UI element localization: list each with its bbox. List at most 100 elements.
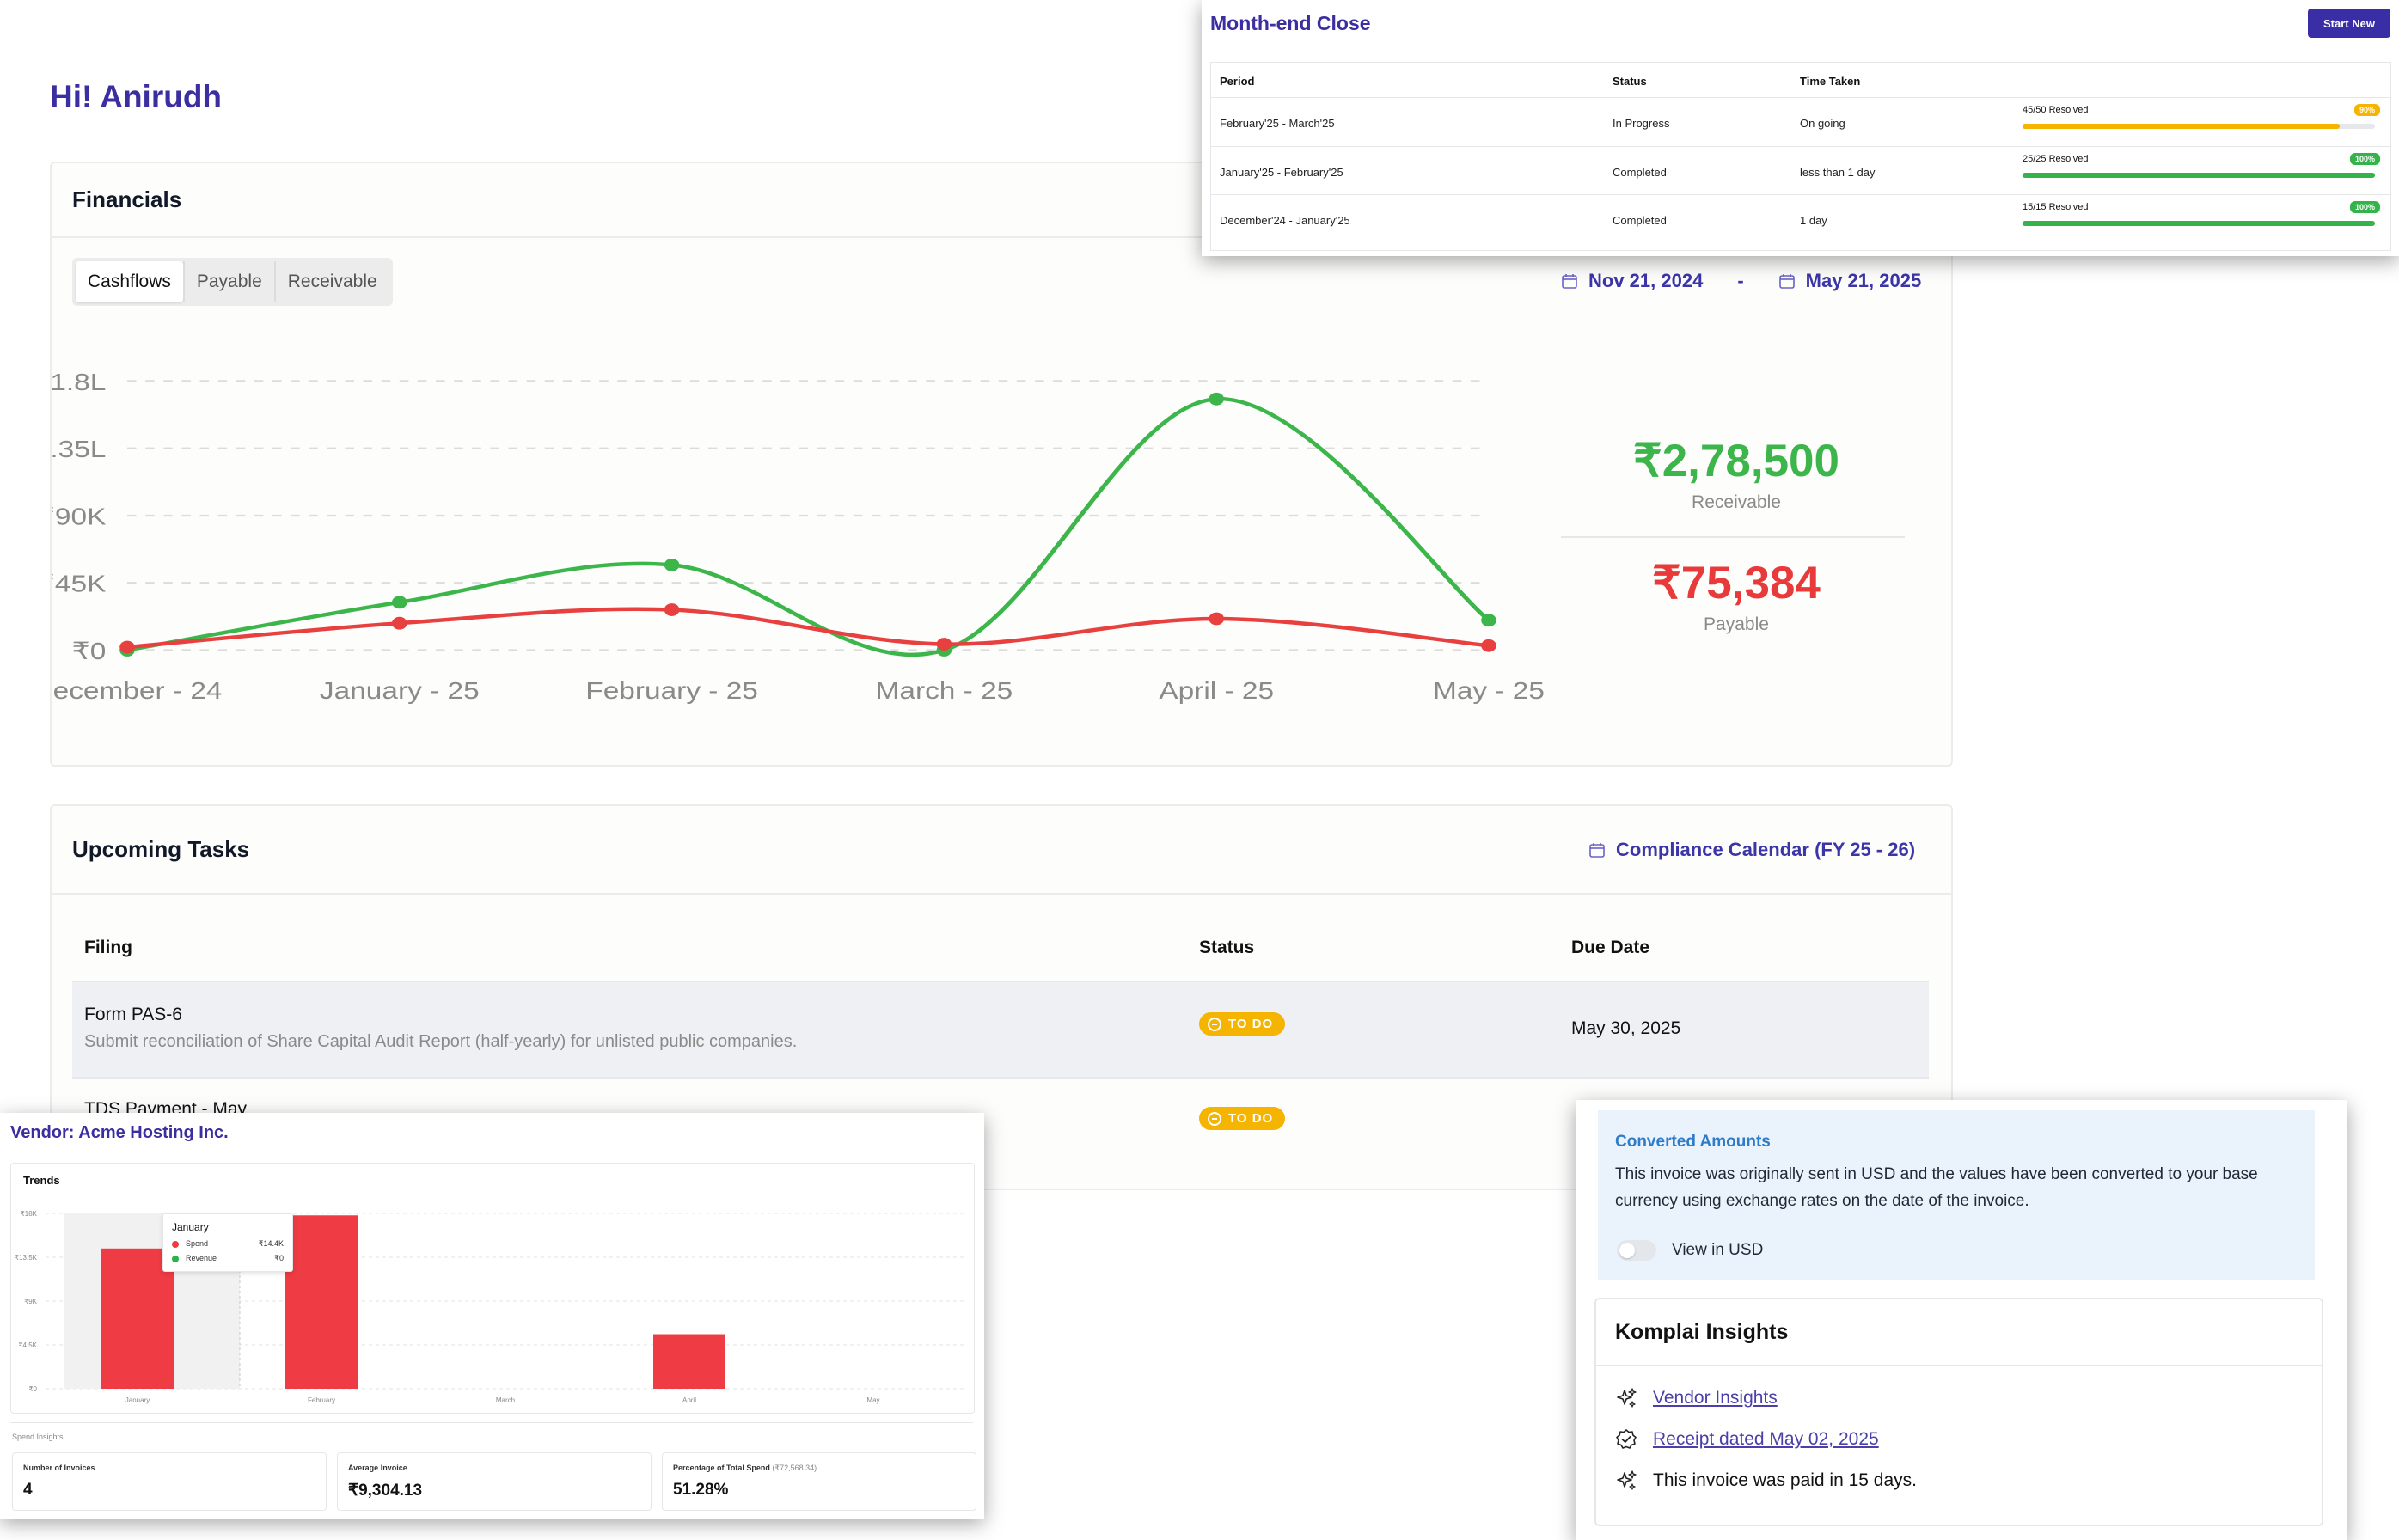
- time-taken-cell: On going: [1800, 117, 1845, 130]
- tooltip-revenue-value: ₹0: [274, 1254, 284, 1262]
- spend-dot: [172, 1241, 179, 1248]
- date-from[interactable]: Nov 21, 2024: [1588, 270, 1703, 292]
- converted-title: Converted Amounts: [1615, 1133, 1771, 1151]
- usd-toggle[interactable]: [1617, 1240, 1656, 1261]
- status-cell: Completed: [1613, 166, 1667, 179]
- receivable-label: Receivable: [1692, 492, 1781, 512]
- stat-value: ₹9,304.13: [348, 1482, 423, 1500]
- vendor-panel: Vendor: Acme Hosting Inc. Trends ₹0 ₹4.5K…: [0, 1113, 984, 1519]
- percent-badge: 100%: [2349, 201, 2380, 213]
- komplai-insights-box: Komplai Insights Vendor Insights Receipt…: [1594, 1298, 2323, 1526]
- task-due-date: May 30, 2025: [1571, 1018, 1681, 1038]
- month-end-row[interactable]: February'25 - March'25 In Progress On goin…: [1211, 97, 2390, 147]
- date-to[interactable]: May 21, 2025: [1806, 270, 1922, 292]
- spend-bar[interactable]: [285, 1215, 358, 1389]
- stat-label: Percentage of Total Spend (₹72,568.34): [673, 1464, 817, 1472]
- tooltip-spend-value: ₹14.4K: [258, 1239, 284, 1248]
- greeting-title: Hi! Anirudh: [50, 79, 223, 114]
- y-tick-label: ₹18K: [21, 1210, 38, 1218]
- col-filing: Filing: [84, 938, 132, 957]
- financial-tabs: Cashflows Payable Receivable: [72, 258, 393, 306]
- data-point[interactable]: [392, 616, 407, 630]
- x-tick-label: January - 25: [320, 676, 480, 704]
- receivable-amount: ₹2,78,500: [1632, 436, 1840, 486]
- y-tick-label: ₹4.5K: [18, 1341, 37, 1349]
- month-end-row[interactable]: December'24 - January'25 Completed 1 day 15…: [1211, 194, 2390, 244]
- data-point[interactable]: [1209, 612, 1224, 626]
- percent-badge: 90%: [2353, 104, 2380, 116]
- resolved-label: 25/25 Resolved: [2023, 154, 2089, 164]
- insight-item: Vendor Insights: [1615, 1387, 1778, 1409]
- insights-title: Komplai Insights: [1615, 1320, 1789, 1344]
- paid-days-text: This invoice was paid in 15 days.: [1653, 1470, 1917, 1490]
- y-tick-label: ₹0: [72, 637, 107, 664]
- data-point[interactable]: [664, 558, 680, 571]
- divider: [10, 1422, 973, 1423]
- date-separator: -: [1737, 270, 1744, 291]
- toggle-label: View in USD: [1672, 1241, 1764, 1259]
- status-cell: Completed: [1613, 214, 1667, 227]
- stat-value: 4: [23, 1481, 33, 1499]
- progress-fill: [2023, 221, 2375, 226]
- sparkles-icon: [1615, 1387, 1637, 1409]
- x-tick-label: April - 25: [1159, 676, 1274, 704]
- vendor-insights-link[interactable]: Vendor Insights: [1653, 1388, 1778, 1409]
- data-point[interactable]: [392, 596, 407, 609]
- y-tick-label: ₹9K: [24, 1298, 38, 1305]
- minus-circle-icon: [1208, 1017, 1221, 1031]
- col-due-date: Due Date: [1571, 938, 1650, 957]
- stat-total-spend: Percentage of Total Spend (₹72,568.34) 5…: [662, 1452, 976, 1511]
- trends-chart: ₹0 ₹4.5K ₹9K ₹13.5K ₹18K January February March…: [15, 1210, 965, 1404]
- sparkles-icon: [1615, 1470, 1637, 1492]
- data-point[interactable]: [1481, 639, 1496, 652]
- month-end-title: Month-end Close: [1210, 12, 1371, 34]
- data-point[interactable]: [936, 638, 952, 651]
- revenue-dot: [172, 1256, 179, 1262]
- date-range: Nov 21, 2024 - May 21, 2025: [1561, 270, 1921, 292]
- converted-text: This invoice was originally sent in USD …: [1615, 1165, 2258, 1210]
- data-point[interactable]: [1209, 392, 1224, 406]
- data-point[interactable]: [119, 640, 135, 654]
- y-tick-label: ₹1.8L: [52, 368, 106, 395]
- calendar-icon: [1778, 272, 1796, 290]
- status-badge: TO DO: [1199, 1012, 1286, 1036]
- period-cell: December'24 - January'25: [1220, 214, 1350, 227]
- check-badge-icon: [1615, 1428, 1637, 1451]
- trends-title: Trends: [23, 1174, 60, 1187]
- compliance-calendar-label[interactable]: Compliance Calendar (FY 25 - 26): [1616, 839, 1915, 861]
- tab-cashflows[interactable]: Cashflows: [76, 261, 183, 302]
- converted-amounts-box: Converted Amounts This invoice was origi…: [1598, 1110, 2315, 1280]
- resolved-label: 45/50 Resolved: [2023, 105, 2089, 115]
- stat-invoices: Number of Invoices 4: [12, 1452, 327, 1511]
- compliance-calendar-link[interactable]: Compliance Calendar (FY 25 - 26): [1588, 839, 1915, 861]
- insight-item: This invoice was paid in 15 days.: [1615, 1470, 1917, 1492]
- stat-label: Number of Invoices: [23, 1464, 95, 1472]
- y-tick-label: ₹1.35L: [52, 436, 106, 463]
- x-tick-label: May: [866, 1396, 879, 1404]
- tab-receivable[interactable]: Receivable: [273, 261, 389, 302]
- x-tick-label: January: [125, 1396, 150, 1404]
- start-new-button[interactable]: Start New: [2308, 9, 2390, 38]
- task-title: Form PAS-6: [84, 1005, 182, 1024]
- period-cell: February'25 - March'25: [1220, 117, 1335, 130]
- calendar-icon: [1588, 841, 1606, 859]
- x-tick-label: February: [308, 1396, 335, 1404]
- progress-bar: [2023, 124, 2375, 129]
- y-tick-label: ₹45K: [52, 570, 107, 597]
- month-end-table: Period Status Time Taken February'25 - M…: [1210, 62, 2391, 251]
- period-cell: January'25 - February'25: [1220, 166, 1343, 179]
- tab-payable[interactable]: Payable: [182, 261, 274, 302]
- stat-value: 51.28%: [673, 1481, 729, 1499]
- data-point[interactable]: [664, 603, 680, 616]
- receipt-link[interactable]: Receipt dated May 02, 2025: [1653, 1429, 1879, 1450]
- progress-fill: [2023, 124, 2340, 129]
- data-point[interactable]: [1481, 614, 1496, 627]
- month-end-row[interactable]: January'25 - February'25 Completed less th…: [1211, 146, 2390, 196]
- col-status: Status: [1613, 75, 1647, 88]
- stat-average-invoice: Average Invoice ₹9,304.13: [337, 1452, 652, 1511]
- calendar-icon: [1561, 272, 1578, 290]
- row-divider: [72, 1077, 1929, 1079]
- x-tick-label: December - 24: [52, 676, 223, 704]
- trends-box: Trends ₹0 ₹4.5K ₹9K ₹13.5K ₹18K January Februa…: [10, 1163, 975, 1414]
- spend-bar[interactable]: [653, 1334, 725, 1389]
